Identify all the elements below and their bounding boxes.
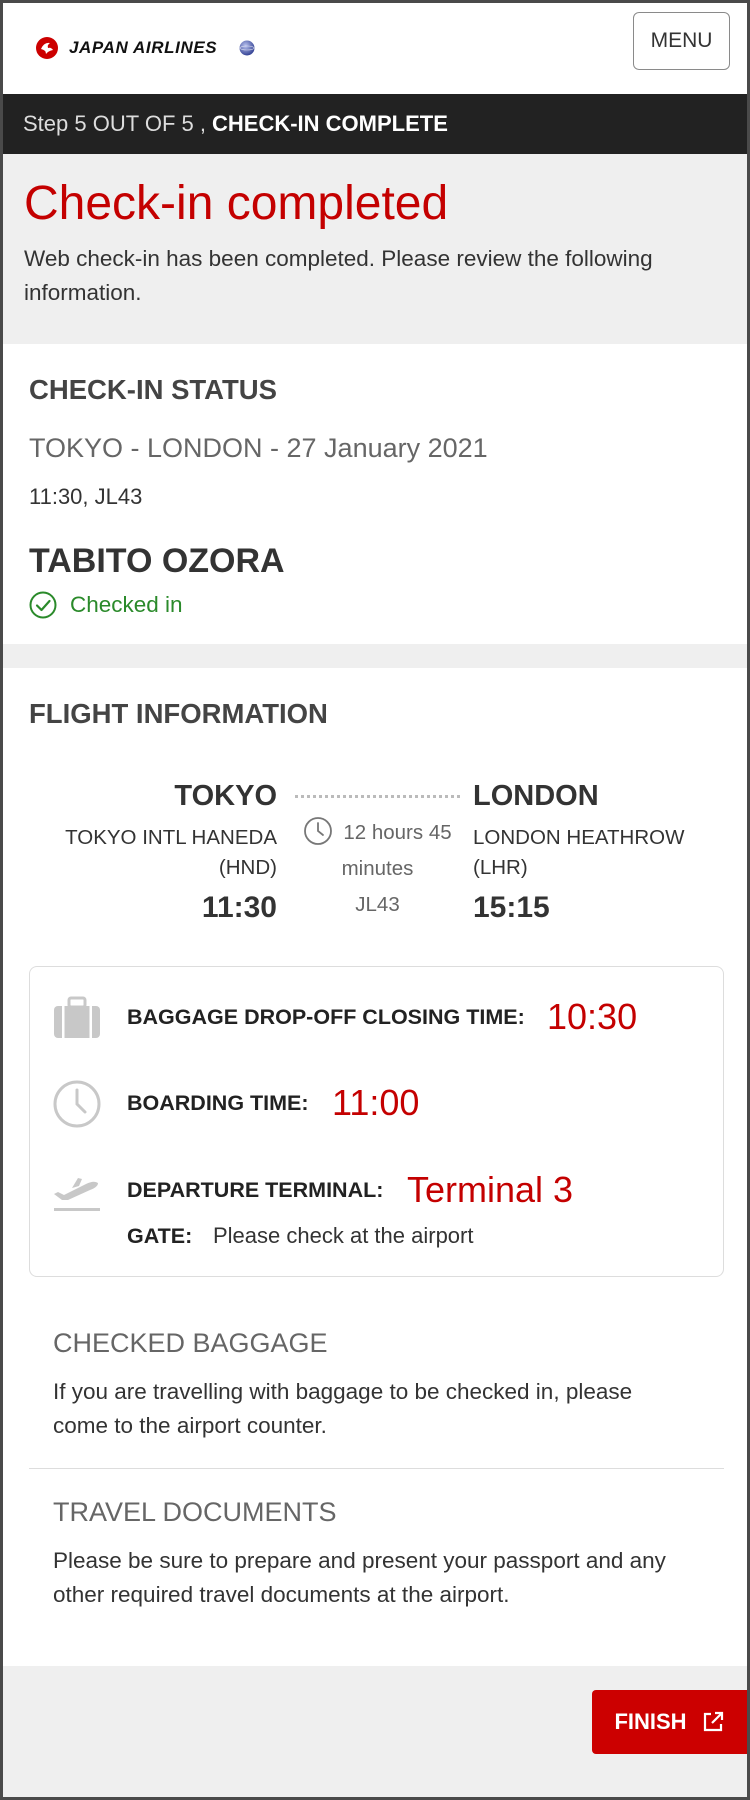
- checkin-status-title: CHECK-IN STATUS: [29, 374, 277, 405]
- page-footer: FINISH: [3, 1666, 747, 1797]
- page-title: Check-in completed: [24, 177, 449, 230]
- travel-documents-text: Please be sure to prepare and present yo…: [53, 1548, 666, 1607]
- flight-number: JL43: [355, 893, 400, 916]
- checkin-status-badge: Checked in: [29, 591, 721, 619]
- checkin-status-section: CHECK-IN STATUS TOKYO - LONDON - 27 Janu…: [3, 344, 747, 644]
- arrival-airport: LONDON HEATHROW (LHR): [473, 826, 685, 879]
- brand-name: JAPAN AIRLINES: [69, 38, 218, 57]
- flight-duration: 12 hours 45 minutes JL43: [295, 815, 460, 923]
- checked-baggage-section: CHECKED BAGGAGE If you are travelling wi…: [29, 1328, 724, 1443]
- finish-button[interactable]: FINISH: [592, 1690, 747, 1754]
- departure-time: 11:30: [201, 891, 277, 924]
- step-indicator: Step 5 OUT OF 5 , CHECK-IN COMPLETE: [3, 94, 747, 154]
- boarding-time-label: BOARDING TIME:: [127, 1091, 309, 1115]
- departure-city: TOKYO: [174, 780, 277, 812]
- gate-label: GATE:: [127, 1224, 193, 1248]
- departure-info: TOKYO TOKYO INTL HANEDA (HND) 11:30: [47, 780, 277, 925]
- flight-info-title: FLIGHT INFORMATION: [29, 698, 328, 729]
- intro-message: Web check-in has been completed. Please …: [24, 246, 653, 305]
- boarding-time-value: 11:00: [332, 1082, 420, 1123]
- arrival-time: 15:15: [473, 891, 550, 924]
- intro-section: Check-in completed Web check-in has been…: [3, 154, 747, 344]
- oneworld-globe-icon: [239, 40, 255, 56]
- baggage-icon: [54, 996, 100, 1038]
- page-frame: JAPAN AIRLINES MENU Step 5 OUT OF 5 , CH…: [0, 0, 750, 1800]
- checked-in-label: Checked in: [70, 592, 183, 617]
- route-dotted-line: [295, 795, 460, 798]
- checked-baggage-title: CHECKED BAGGAGE: [53, 1328, 328, 1358]
- section-divider: [3, 644, 747, 668]
- arrival-info: LONDON LONDON HEATHROW (LHR) 15:15: [473, 780, 703, 925]
- plane-takeoff-icon: [54, 1178, 100, 1211]
- clock-icon: [53, 1080, 101, 1128]
- route-date: TOKYO - LONDON - 27 January 2021: [29, 433, 488, 463]
- clock-icon: [304, 816, 333, 845]
- step-count: Step 5 OUT OF 5 ,: [23, 111, 206, 136]
- site-header: JAPAN AIRLINES MENU: [3, 3, 747, 94]
- step-name: CHECK-IN COMPLETE: [212, 111, 448, 136]
- flight-information-section: FLIGHT INFORMATION TOKYO TOKYO INTL HANE…: [3, 668, 747, 1666]
- boarding-details-card: BAGGAGE DROP-OFF CLOSING TIME: 10:30 BOA…: [29, 966, 724, 1277]
- section-divider: [29, 1468, 724, 1469]
- menu-button[interactable]: MENU: [633, 12, 730, 70]
- duration-hours: 12 hours 45: [343, 821, 452, 844]
- jal-logo[interactable]: JAPAN AIRLINES: [35, 36, 255, 60]
- travel-documents-title: TRAVEL DOCUMENTS: [53, 1497, 337, 1527]
- check-circle-icon: [29, 591, 57, 619]
- flight-time-number: 11:30, JL43: [29, 484, 143, 509]
- travel-documents-section: TRAVEL DOCUMENTS Please be sure to prepa…: [29, 1497, 724, 1612]
- baggage-dropoff-label: BAGGAGE DROP-OFF CLOSING TIME:: [127, 1005, 525, 1029]
- gate-value: Please check at the airport: [213, 1223, 474, 1248]
- checked-baggage-text: If you are travelling with baggage to be…: [53, 1379, 633, 1438]
- duration-minutes: minutes: [341, 857, 414, 880]
- passenger-name: TABITO OZORA: [29, 542, 285, 580]
- departure-terminal-value: Terminal 3: [407, 1169, 574, 1210]
- baggage-dropoff-time: 10:30: [547, 996, 638, 1037]
- departure-terminal-label: DEPARTURE TERMINAL:: [127, 1178, 384, 1202]
- jal-crane-icon: [36, 37, 58, 59]
- departure-airport: TOKYO INTL HANEDA (HND): [65, 826, 277, 879]
- external-link-icon: [703, 1711, 723, 1732]
- finish-label: FINISH: [614, 1709, 687, 1734]
- arrival-city: LONDON: [473, 780, 599, 812]
